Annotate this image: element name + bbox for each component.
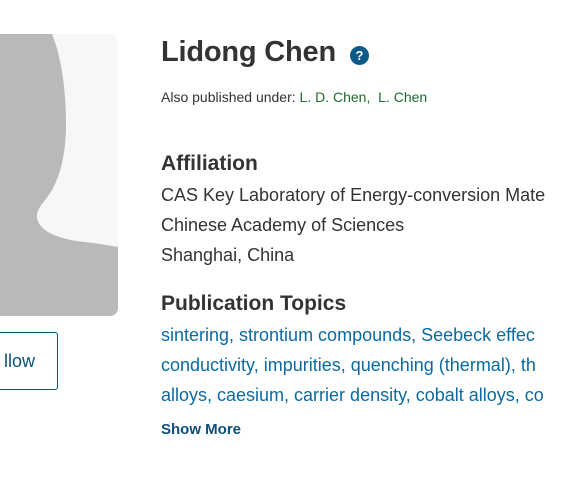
also-published-label: Also published under: xyxy=(161,89,296,105)
affiliation-line-institution: Chinese Academy of Sciences xyxy=(161,215,405,235)
name-row: Lidong Chen ? xyxy=(161,36,369,69)
affiliation-line-lab: CAS Key Laboratory of Energy-conversion … xyxy=(161,185,546,205)
topics-line-1[interactable]: sintering, strontium compounds, Seebeck … xyxy=(161,325,535,346)
affiliation-line-location: Shanghai, China xyxy=(161,245,295,265)
alias-link-ld-chen[interactable]: L. D. Chen, xyxy=(300,89,371,105)
follow-button-label: llow xyxy=(3,350,35,371)
author-name: Lidong Chen xyxy=(161,36,336,68)
also-published-under: Also published under: L. D. Chen, L. Che… xyxy=(161,89,427,105)
avatar xyxy=(0,34,118,316)
topics-line-3[interactable]: alloys, caesium, carrier density, cobalt… xyxy=(161,385,544,406)
person-silhouette-icon xyxy=(0,34,118,316)
question-circle-icon[interactable]: ? xyxy=(350,45,369,65)
show-more-button[interactable]: Show More xyxy=(161,421,241,438)
follow-button[interactable]: llow xyxy=(0,332,58,390)
author-profile-page: llow Lidong Chen ? Also published under:… xyxy=(0,0,562,490)
topics-line-2[interactable]: conductivity, impurities, quenching (the… xyxy=(161,355,536,376)
affiliation-heading: Affiliation xyxy=(161,152,258,175)
alias-link-l-chen[interactable]: L. Chen xyxy=(378,89,427,105)
publication-topics-heading: Publication Topics xyxy=(161,292,347,315)
